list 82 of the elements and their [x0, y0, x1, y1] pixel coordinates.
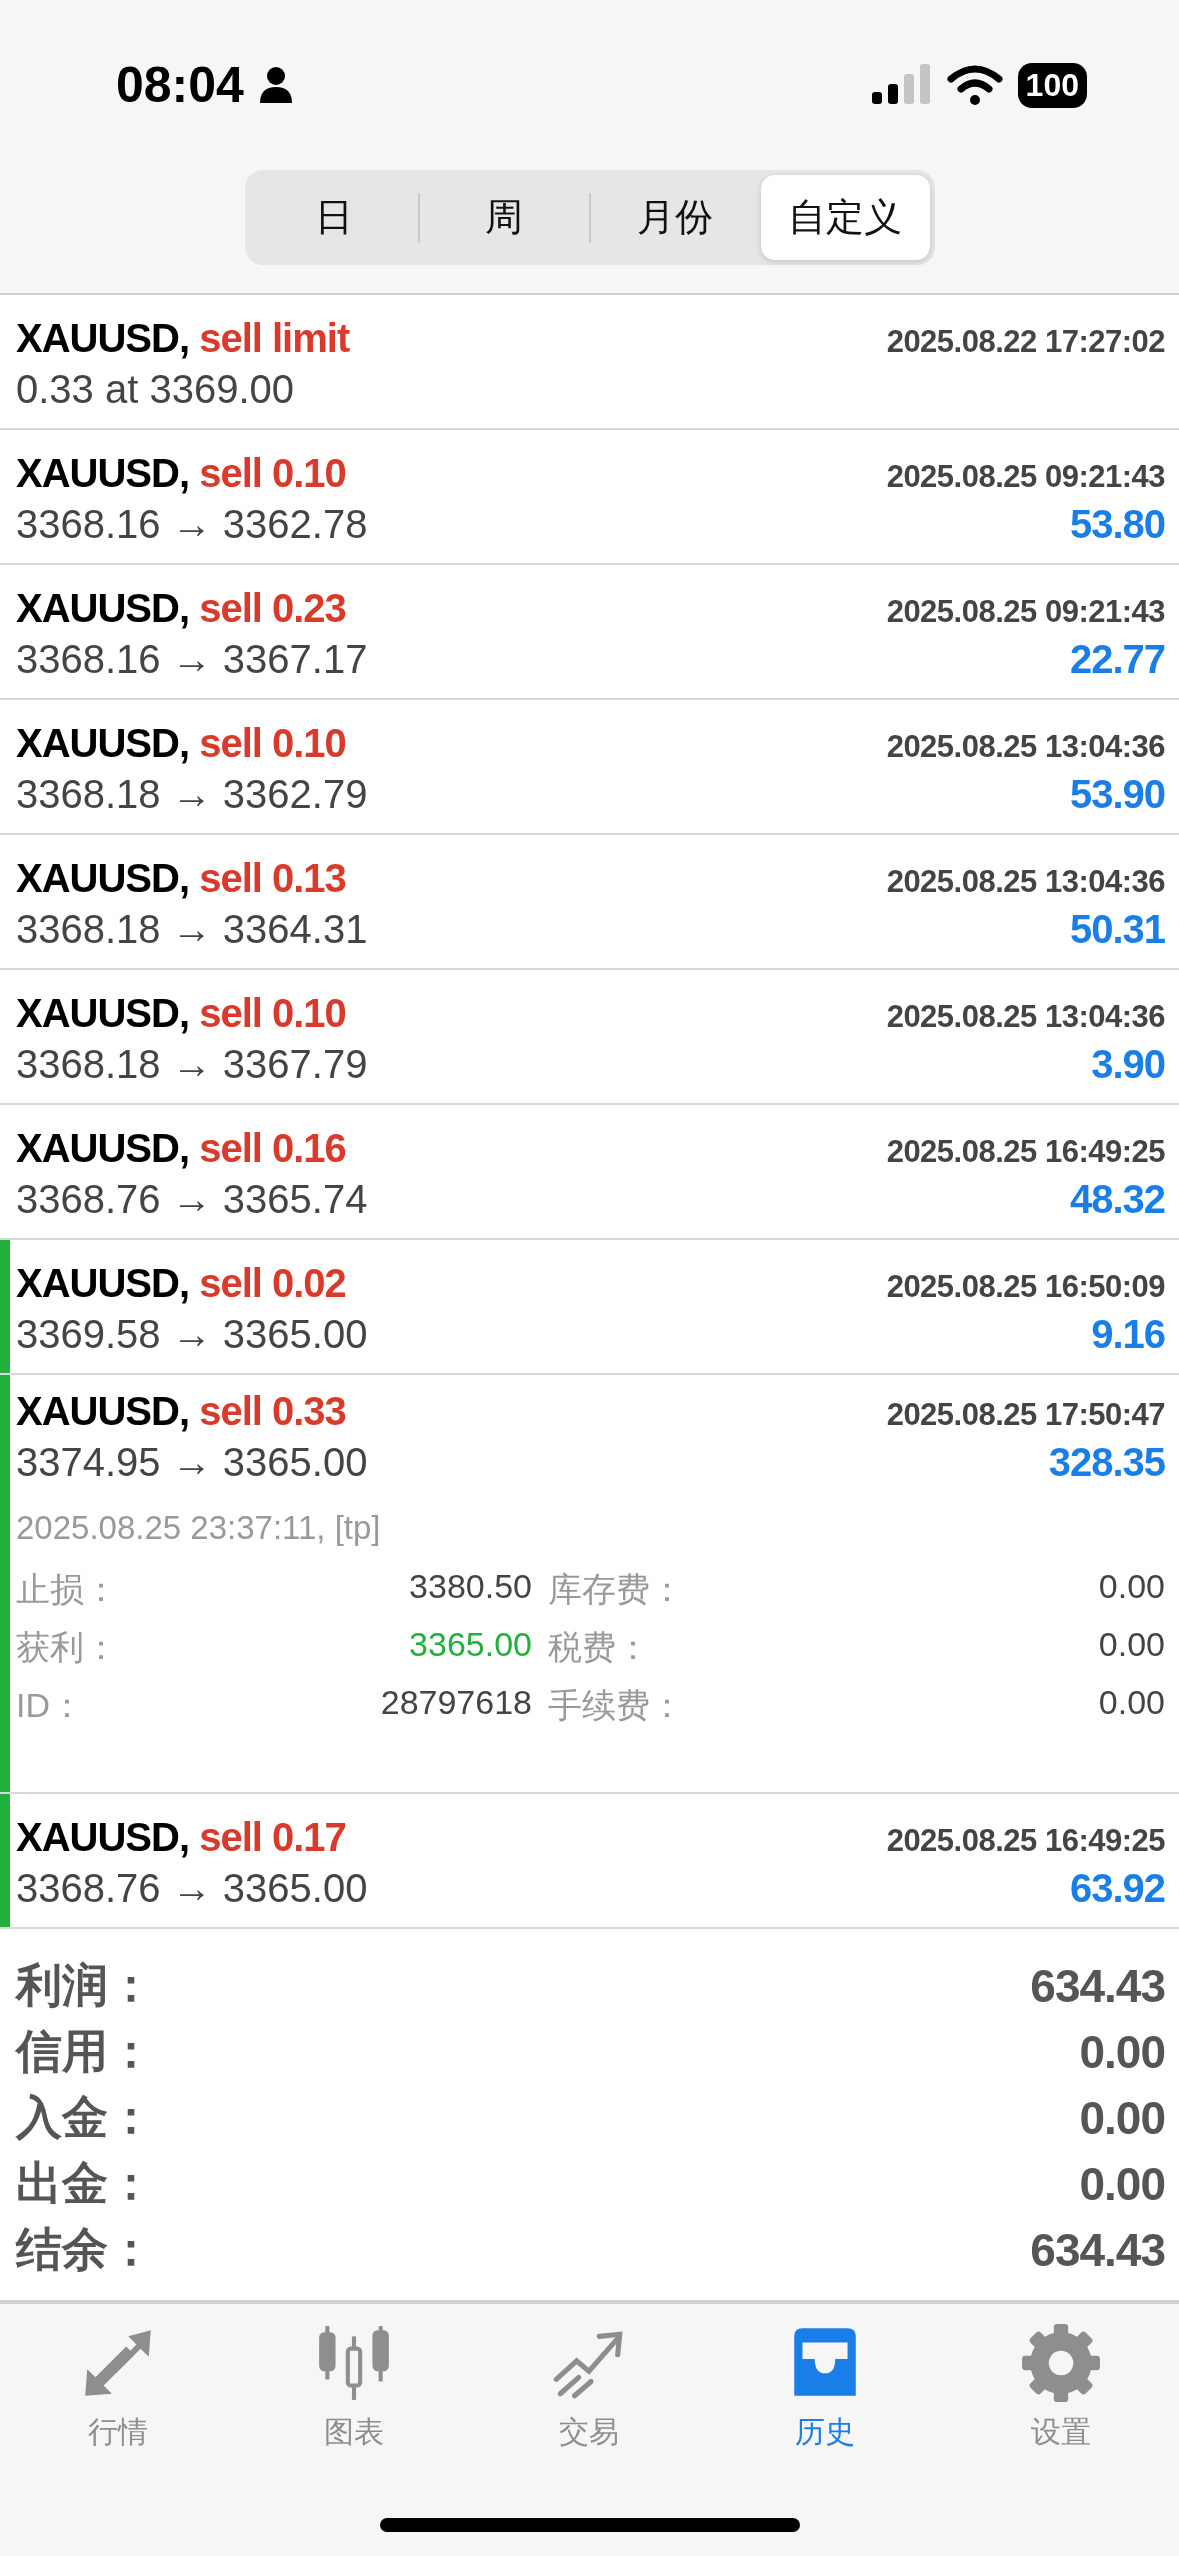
order-profit: 3.90 — [1091, 1041, 1165, 1087]
order-row[interactable]: XAUUSD, sell 0.10 2025.08.25 13:04:36 3368.18 → 3362.79 53.90 — [0, 700, 1179, 835]
wifi-icon — [945, 63, 1004, 107]
summary-label: 入金： — [16, 2090, 154, 2145]
order-time: 2025.08.25 16:49:25 — [886, 1822, 1165, 1859]
order-time: 2025.08.25 13:04:36 — [886, 728, 1165, 765]
field-value: 0.00 — [1097, 1683, 1165, 1723]
order-prices: 3368.18 → 3362.79 — [16, 771, 368, 817]
person-icon — [257, 65, 294, 105]
order-title: XAUUSD, sell 0.17 — [16, 1814, 346, 1860]
close-time: 2025.08.25 23:37:11, [tp] — [16, 1509, 382, 1547]
order-time: 2025.08.25 16:49:25 — [886, 1133, 1165, 1170]
field-label: 止损： — [16, 1569, 119, 1610]
order-row[interactable]: XAUUSD, sell 0.17 2025.08.25 16:49:25 3368.76 → 3365.00 63.92 — [0, 1794, 1179, 1929]
order-title: XAUUSD, sell 0.33 — [16, 1389, 346, 1434]
summary-value: 0.00 — [1079, 2157, 1165, 2211]
field-value: 0.00 — [1097, 1567, 1165, 1607]
order-prices: 3368.16 → 3367.17 — [16, 636, 368, 682]
order-time: 2025.08.25 16:50:09 — [886, 1268, 1165, 1305]
summary-value: 634.43 — [1030, 1959, 1165, 2013]
field-label: 库存费： — [548, 1569, 685, 1610]
order-row[interactable]: XAUUSD, sell 0.02 2025.08.25 16:50:09 3369.58 → 3365.00 9.16 — [0, 1240, 1179, 1375]
field-value: 0.00 — [1097, 1625, 1165, 1665]
order-title: XAUUSD, sell 0.02 — [16, 1260, 346, 1306]
order-row[interactable]: XAUUSD, sell 0.10 2025.08.25 09:21:43 3368.16 → 3362.78 53.80 — [0, 430, 1179, 565]
field-value: 3380.50 — [408, 1567, 532, 1607]
order-prices: 3368.18 → 3367.79 — [16, 1041, 368, 1087]
summary-value: 634.43 — [1030, 2223, 1165, 2277]
order-title: XAUUSD, sell 0.10 — [16, 720, 346, 766]
order-prices: 3368.16 → 3362.78 — [16, 501, 368, 547]
summary-label: 信用： — [16, 2024, 154, 2079]
order-prices: 3368.18 → 3364.31 — [16, 906, 368, 952]
order-time: 2025.08.25 17:50:47 — [886, 1397, 1165, 1433]
order-prices: 3374.95 → 3365.00 — [16, 1440, 368, 1485]
nav-tab[interactable]: 历史 — [707, 2322, 944, 2453]
summary-value: 0.00 — [1079, 2091, 1165, 2145]
order-row[interactable]: XAUUSD, sell 0.33 2025.08.25 17:50:47 3374.95 → 3365.00 328.35 2025.08.25 23:37:11, [tp] 止损： 3380.50 库存费： 0.00 获利： 3365.00 税费： 0.00 ID： 28797618 手续费： 0.00 — [0, 1375, 1179, 1794]
clock-time: 08:04 — [116, 56, 244, 114]
order-title: XAUUSD, sell 0.13 — [16, 855, 346, 901]
field-label: 获利： — [16, 1627, 119, 1668]
summary-label: 利润： — [16, 1958, 154, 2013]
order-profit: 22.77 — [1069, 636, 1165, 682]
order-profit: 50.31 — [1069, 906, 1165, 952]
order-row[interactable]: XAUUSD, sell 0.13 2025.08.25 13:04:36 3368.18 → 3364.31 50.31 — [0, 835, 1179, 970]
summary-label: 结余： — [16, 2222, 154, 2277]
order-profit: 9.16 — [1091, 1311, 1165, 1357]
settings-icon — [1020, 2322, 1103, 2404]
order-title: XAUUSD, sell 0.23 — [16, 585, 346, 631]
summary-value: 0.00 — [1079, 2025, 1165, 2079]
order-title: XAUUSD, sell 0.16 — [16, 1125, 346, 1171]
order-row[interactable]: XAUUSD, sell 0.23 2025.08.25 09:21:43 3368.16 → 3367.17 22.77 — [0, 565, 1179, 700]
order-time: 2025.08.22 17:27:02 — [886, 323, 1165, 360]
order-profit: 53.80 — [1069, 501, 1165, 547]
field-label: 手续费： — [548, 1685, 685, 1726]
order-prices: 3368.76 → 3365.74 — [16, 1176, 368, 1222]
period-tab[interactable]: 月份 — [590, 175, 759, 260]
order-title: XAUUSD, sell limit — [16, 315, 350, 361]
order-row[interactable]: XAUUSD, sell 0.16 2025.08.25 16:49:25 3368.76 → 3365.74 48.32 — [0, 1105, 1179, 1240]
summary-label: 出金： — [16, 2156, 154, 2211]
field-value: 3365.00 — [408, 1625, 532, 1665]
order-profit: 328.35 — [1048, 1440, 1165, 1485]
period-tab[interactable]: 自定义 — [761, 175, 930, 260]
order-time: 2025.08.25 13:04:36 — [886, 998, 1165, 1035]
order-time: 2025.08.25 09:21:43 — [886, 593, 1165, 630]
order-time: 2025.08.25 09:21:43 — [886, 458, 1165, 495]
period-tab[interactable]: 周 — [420, 175, 589, 260]
order-profit: 63.92 — [1069, 1865, 1165, 1911]
order-title: XAUUSD, sell 0.10 — [16, 990, 346, 1036]
order-time: 2025.08.25 13:04:36 — [886, 863, 1165, 900]
field-label: 税费： — [548, 1627, 651, 1668]
order-row[interactable]: XAUUSD, sell 0.10 2025.08.25 13:04:36 3368.18 → 3367.79 3.90 — [0, 970, 1179, 1105]
order-prices: 3369.58 → 3365.00 — [16, 1311, 368, 1357]
order-profit: 48.32 — [1069, 1176, 1165, 1222]
order-prices: 3368.76 → 3365.00 — [16, 1865, 368, 1911]
field-label: ID： — [16, 1685, 85, 1726]
order-profit: 53.90 — [1069, 771, 1165, 817]
battery-indicator: 100 — [1017, 62, 1087, 108]
order-row[interactable]: XAUUSD, sell limit 2025.08.22 17:27:02 0.33 at 3369.00 — [0, 295, 1179, 430]
period-tab[interactable]: 日 — [249, 175, 418, 260]
field-value: 28797618 — [379, 1683, 532, 1723]
order-prices: 0.33 at 3369.00 — [16, 366, 295, 412]
order-title: XAUUSD, sell 0.10 — [16, 450, 346, 496]
